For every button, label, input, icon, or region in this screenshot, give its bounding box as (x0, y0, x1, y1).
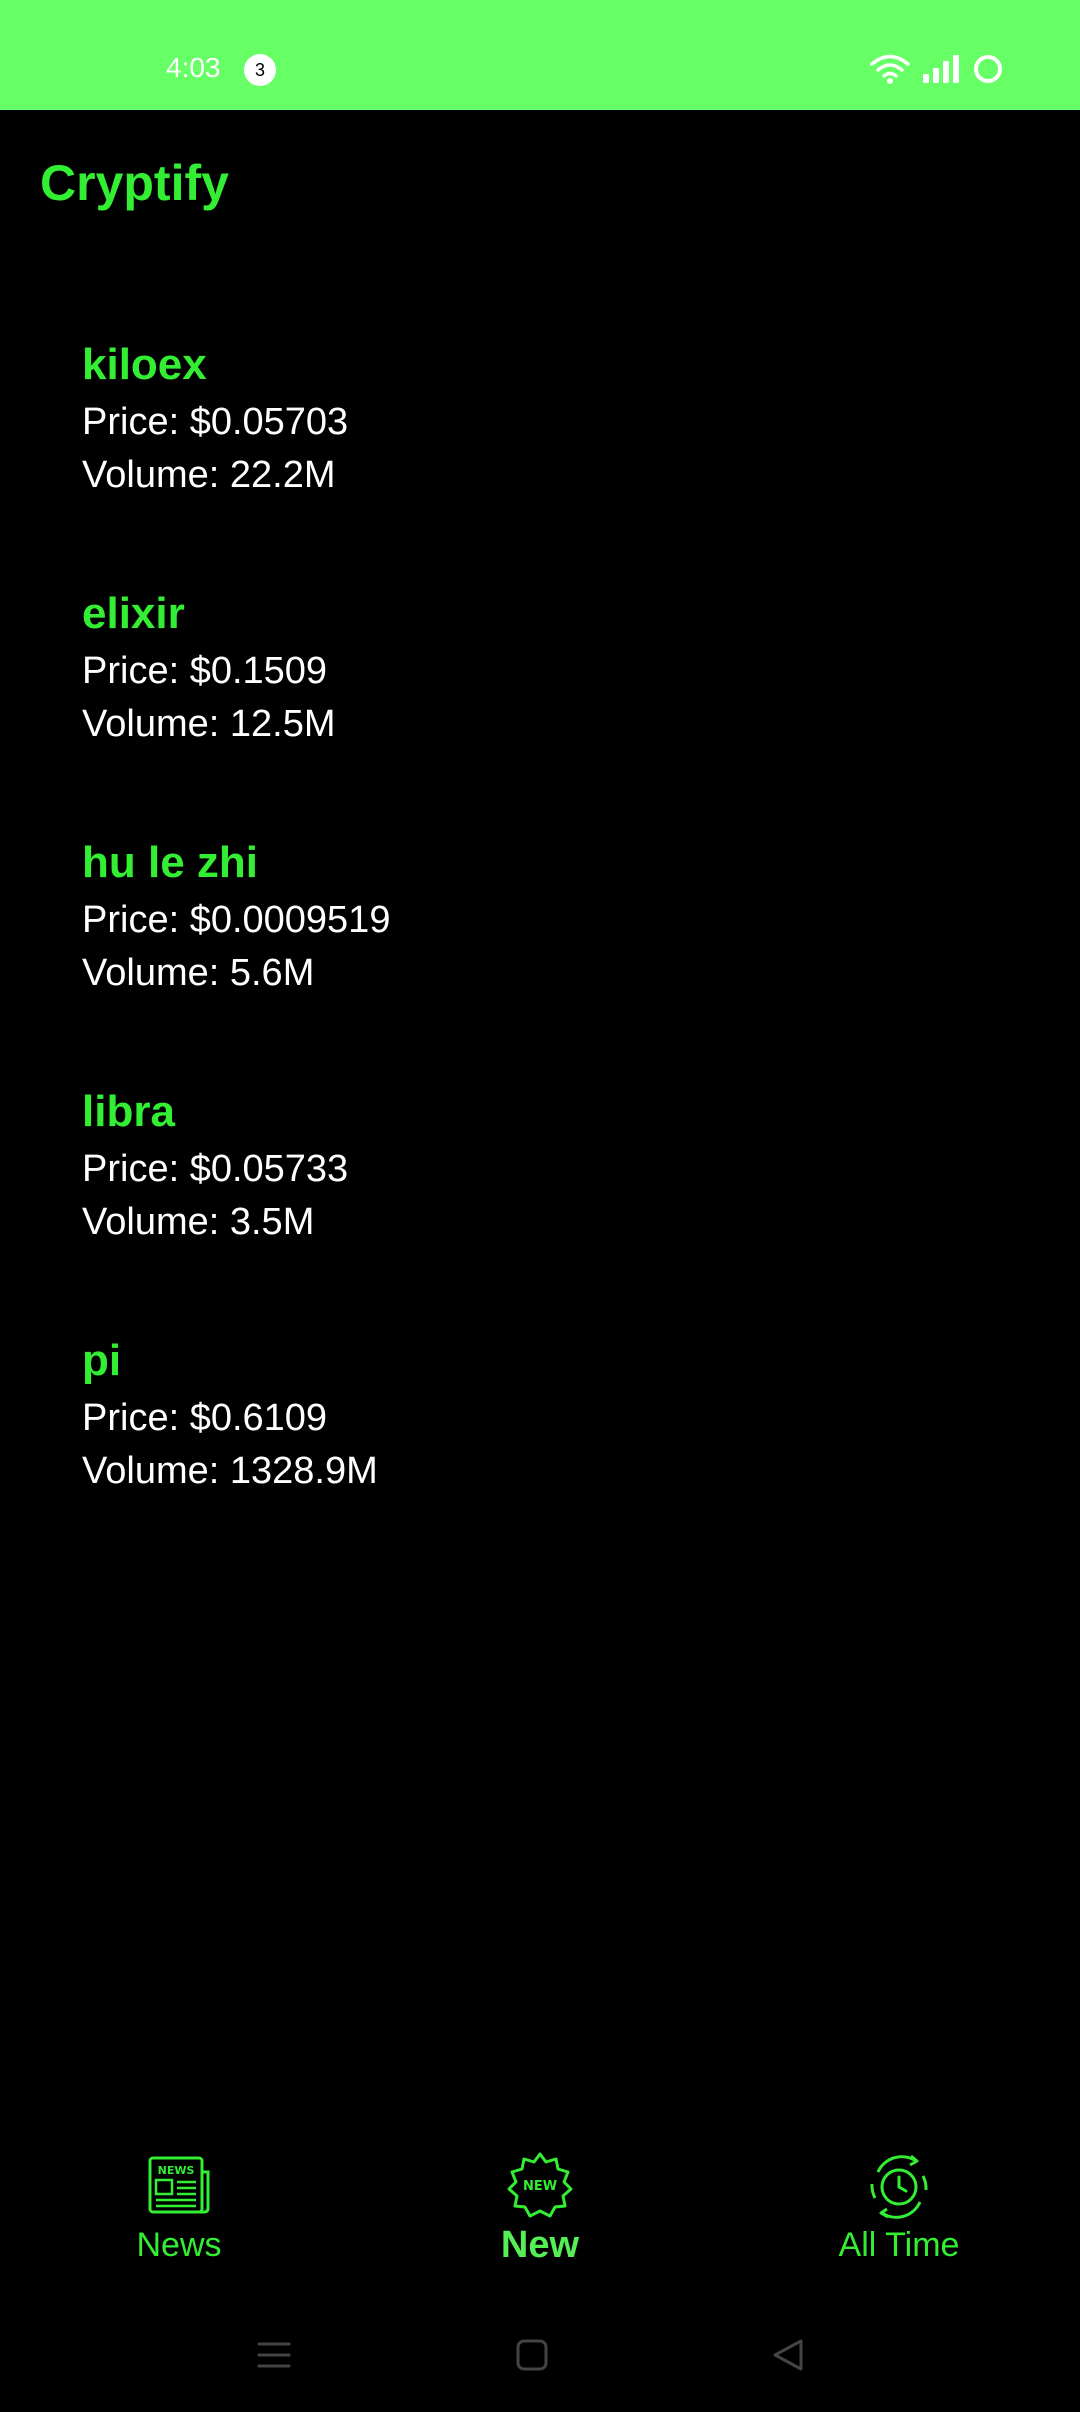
coin-name: elixir (82, 589, 185, 638)
system-nav-bar (0, 2320, 1080, 2392)
newspaper-icon: NEWS (148, 2156, 210, 2214)
wifi-icon (870, 54, 910, 84)
nav-label: News (136, 2226, 222, 2264)
coin-price: Price: $0.0009519 (82, 899, 391, 941)
svg-text:NEWS: NEWS (158, 2164, 195, 2177)
notification-count-badge: 3 (244, 54, 276, 86)
bottom-nav: NEWS News NEW New All Time (0, 2150, 1080, 2300)
menu-icon (257, 2342, 291, 2368)
coin-volume: Volume: 12.5M (82, 703, 336, 745)
coin-volume: Volume: 22.2M (82, 454, 336, 496)
list-item[interactable]: elixir Price: $0.1509 Volume: 12.5M (82, 583, 982, 832)
coin-price: Price: $0.6109 (82, 1397, 328, 1439)
coin-price: Price: $0.05703 (82, 401, 349, 443)
coin-name: pi (82, 1336, 122, 1385)
recent-apps-button[interactable] (244, 2330, 304, 2380)
back-icon (773, 2339, 803, 2371)
coin-name: libra (82, 1087, 175, 1136)
list-item[interactable]: kiloex Price: $0.05703 Volume: 22.2M (82, 334, 982, 583)
new-badge-icon: NEW (507, 2152, 573, 2218)
list-item[interactable]: libra Price: $0.05733 Volume: 3.5M (82, 1081, 982, 1330)
nav-item-new[interactable]: NEW New (390, 2150, 690, 2300)
status-time: 4:03 (166, 52, 221, 83)
home-icon (516, 2339, 548, 2371)
coin-volume: Volume: 1328.9M (82, 1450, 378, 1492)
nav-item-news[interactable]: NEWS News (29, 2150, 329, 2300)
status-bar: 4:03 3 (0, 0, 1080, 110)
back-button[interactable] (758, 2330, 818, 2380)
home-button[interactable] (502, 2330, 562, 2380)
coin-name: hu le zhi (82, 838, 258, 887)
coin-volume: Volume: 5.6M (82, 952, 315, 994)
coin-price: Price: $0.05733 (82, 1148, 349, 1190)
coin-volume: Volume: 3.5M (82, 1201, 315, 1243)
battery-icon (974, 55, 1002, 83)
coin-name: kiloex (82, 340, 207, 389)
svg-text:NEW: NEW (523, 2179, 557, 2194)
coin-price: Price: $0.1509 (82, 650, 328, 692)
coin-list: kiloex Price: $0.05703 Volume: 22.2M eli… (82, 334, 982, 1579)
status-icons (870, 50, 1004, 88)
clock-history-icon (870, 2154, 928, 2219)
list-item[interactable]: hu le zhi Price: $0.0009519 Volume: 5.6M (82, 832, 982, 1081)
list-item[interactable]: pi Price: $0.6109 Volume: 1328.9M (82, 1330, 982, 1579)
nav-label: All Time (838, 2226, 960, 2264)
signal-icon (923, 55, 959, 83)
app-title: Cryptify (40, 155, 229, 211)
nav-label: New (500, 2224, 580, 2266)
nav-item-all-time[interactable]: All Time (749, 2150, 1049, 2300)
